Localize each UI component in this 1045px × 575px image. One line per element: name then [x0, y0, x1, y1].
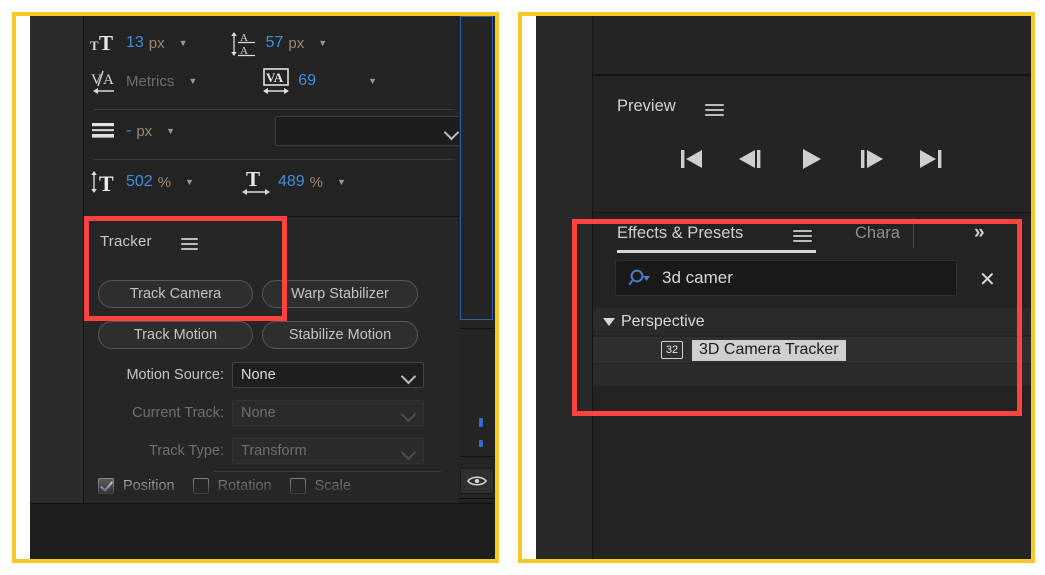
vertical-scale-value[interactable]: 502: [126, 173, 153, 191]
stroke-width-icon: [84, 114, 126, 148]
left-panel-right-rail: [459, 16, 495, 528]
track-type-value: Transform: [241, 443, 307, 459]
horizontal-scale-icon: T: [236, 165, 278, 199]
stroke-width-value[interactable]: -: [126, 122, 131, 140]
chevron-down-icon: [402, 407, 415, 420]
right-panel-top-strip: [593, 16, 1031, 74]
leading-caret-icon[interactable]: ▼: [318, 38, 327, 48]
svg-text:VA: VA: [266, 70, 284, 85]
tracking-value[interactable]: 69: [298, 72, 316, 90]
horizontal-scale-caret-icon[interactable]: ▼: [337, 177, 346, 187]
keyframe-marker[interactable]: [479, 440, 483, 447]
character-divider-1: [94, 109, 455, 110]
vertical-scale-unit: %: [157, 173, 172, 191]
font-size-icon: T T: [84, 26, 126, 60]
chevron-down-icon: [402, 445, 415, 458]
motion-source-label: Motion Source:: [126, 367, 224, 383]
vertical-scale-caret-icon[interactable]: ▼: [185, 177, 194, 187]
track-type-field: Track Type: Transform: [92, 438, 432, 464]
character-row-kerning: V A Metrics ▼ VA 69 ▼: [84, 64, 459, 98]
stroke-width-unit: px: [136, 122, 153, 140]
chevron-down-icon: [445, 125, 458, 138]
eye-icon: [467, 476, 487, 486]
current-track-dropdown[interactable]: None: [232, 400, 424, 426]
track-type-dropdown[interactable]: Transform: [232, 438, 424, 464]
first-frame-icon[interactable]: [675, 146, 709, 172]
composition-selection-outline: [460, 16, 493, 320]
character-row-font-size: T T 13 px ▼ A A 57 px ▼: [84, 26, 459, 60]
stabilize-motion-button[interactable]: Stabilize Motion: [262, 321, 418, 349]
tracking-caret-icon[interactable]: ▼: [368, 76, 377, 86]
kerning-caret-icon[interactable]: ▼: [188, 76, 197, 86]
character-row-scale: T 502 % ▼ T 489 % ▼: [84, 164, 459, 200]
highlight-box-track-camera: [84, 216, 287, 321]
chevron-down-icon: [402, 369, 415, 382]
leading-value[interactable]: 57: [266, 34, 284, 52]
bottom-bar-divider: [30, 503, 495, 504]
svg-text:T: T: [246, 167, 260, 191]
track-motion-button[interactable]: Track Motion: [98, 321, 253, 349]
left-annotated-frame: T T 13 px ▼ A A 57 px ▼ V A Metrics ▼ VA…: [12, 12, 499, 563]
preview-panel-title: Preview: [617, 97, 676, 115]
tracker-divider: [214, 471, 441, 472]
leading-icon: A A: [224, 26, 266, 60]
font-size-unit: px: [148, 34, 165, 52]
font-size-caret-icon[interactable]: ▼: [179, 38, 188, 48]
right-annotated-frame: Preview Effects & Presets Chara » 3d cam…: [518, 12, 1035, 563]
last-frame-icon[interactable]: [915, 146, 949, 172]
screenshot-stage: T T 13 px ▼ A A 57 px ▼ V A Metrics ▼ VA…: [0, 0, 1045, 575]
play-icon[interactable]: [795, 146, 829, 172]
current-track-field: Current Track: None: [92, 400, 432, 426]
svg-text:T: T: [99, 171, 114, 195]
panel-menu-icon[interactable]: [705, 104, 724, 116]
stroke-style-dropdown[interactable]: [275, 116, 469, 146]
tracker-panel-fade: [84, 481, 459, 503]
horizontal-scale-unit: %: [309, 173, 324, 191]
current-track-value: None: [241, 405, 276, 421]
previous-frame-icon[interactable]: [735, 146, 769, 172]
motion-source-field: Motion Source: None: [92, 362, 432, 388]
left-panel-gutter: [30, 16, 84, 559]
keyframe-marker[interactable]: [479, 418, 483, 427]
motion-source-value: None: [241, 367, 276, 383]
rail-divider-3: [459, 498, 495, 499]
vertical-scale-icon: T: [84, 165, 126, 199]
kerning-value[interactable]: Metrics: [126, 73, 174, 90]
character-divider-2: [94, 159, 455, 160]
leading-unit: px: [288, 34, 305, 52]
rail-divider-1: [459, 328, 495, 329]
current-track-label: Current Track:: [132, 405, 224, 421]
left-panel-bottom-bar: [30, 503, 495, 559]
horizontal-scale-value[interactable]: 489: [278, 173, 305, 191]
svg-text:T: T: [90, 38, 99, 53]
kerning-icon: V A: [84, 64, 126, 98]
motion-source-dropdown[interactable]: None: [232, 362, 424, 388]
character-panel: T T 13 px ▼ A A 57 px ▼ V A Metrics ▼ VA…: [84, 16, 469, 212]
rail-divider-2: [459, 456, 495, 457]
next-frame-icon[interactable]: [855, 146, 889, 172]
font-size-value[interactable]: 13: [126, 34, 144, 52]
track-type-label: Track Type:: [149, 443, 224, 459]
svg-text:A: A: [103, 72, 114, 88]
tracking-icon: VA: [256, 64, 298, 98]
layer-visibility-toggle[interactable]: [460, 468, 494, 494]
preview-transport-controls: [593, 146, 1031, 172]
svg-text:T: T: [99, 31, 113, 55]
stroke-width-caret-icon[interactable]: ▼: [166, 126, 175, 136]
highlight-box-3d-camera-tracker: [572, 219, 1022, 416]
preview-panel: Preview: [593, 76, 1031, 212]
